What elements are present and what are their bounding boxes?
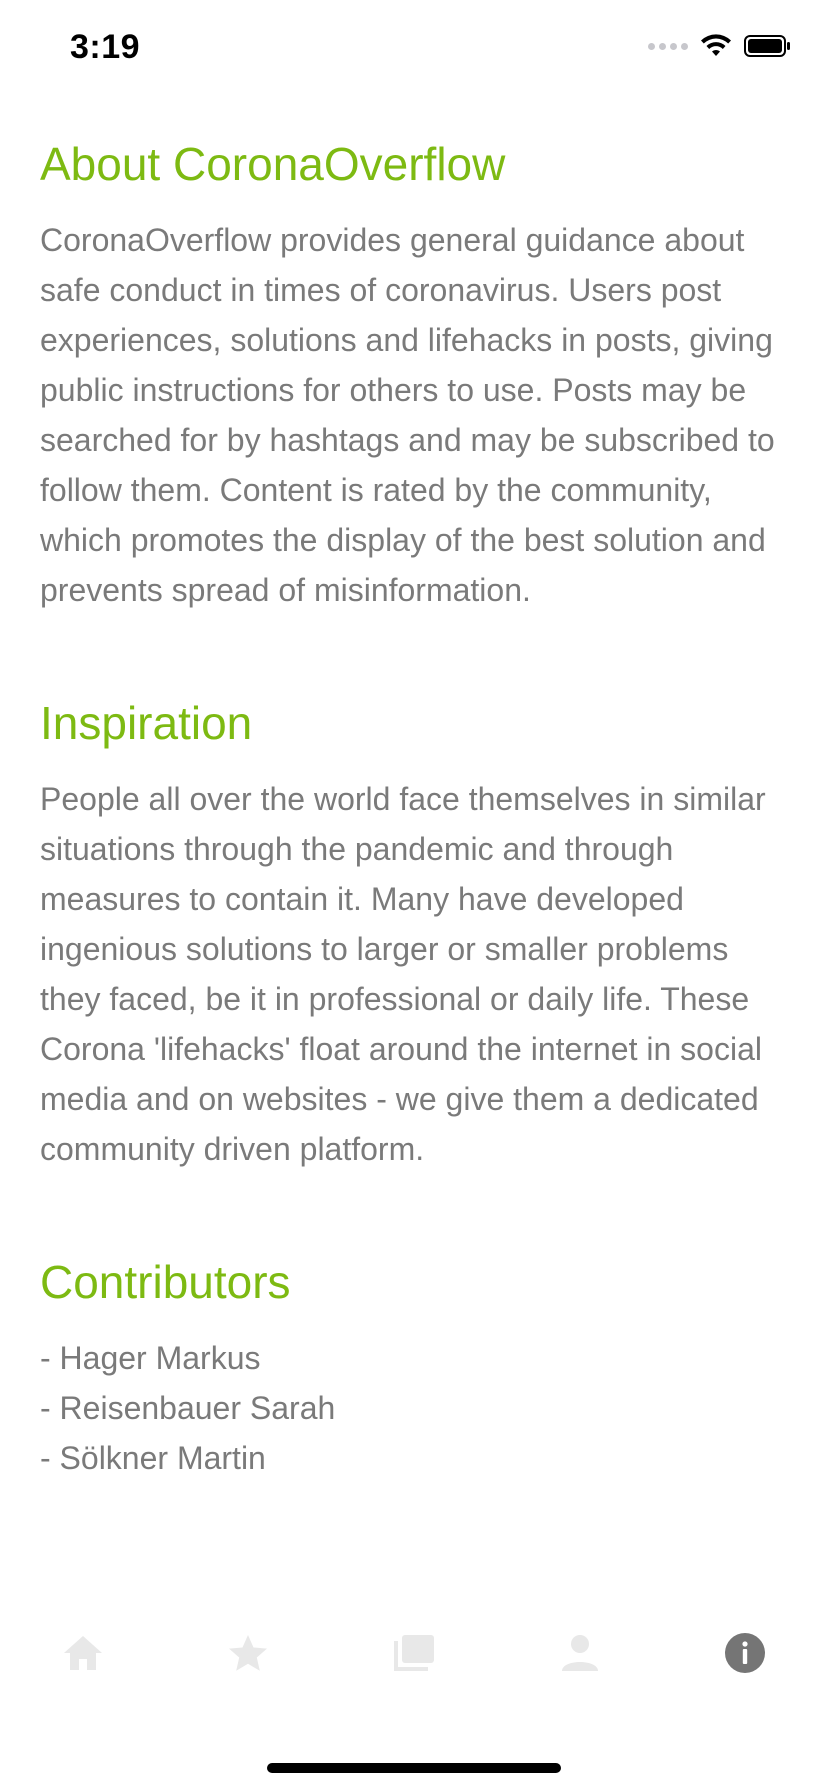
inspiration-title: Inspiration — [40, 696, 253, 749]
inspiration-text: People all over the world face themselve… — [40, 780, 766, 1167]
about-title: About CoronaOverflow — [40, 138, 506, 190]
tab-favorites[interactable] — [208, 1613, 288, 1693]
contributor-item: - Sölkner Martin — [40, 1439, 266, 1476]
status-time: 3:19 — [70, 28, 141, 66]
contributors-title: Contributors — [40, 1255, 291, 1308]
star-icon — [229, 1635, 268, 1671]
cellular-signal-icon — [648, 42, 688, 50]
about-text: CoronaOverflow provides general guidance… — [40, 221, 775, 608]
person-icon — [561, 1635, 598, 1671]
tab-profile[interactable] — [540, 1613, 620, 1693]
home-icon — [63, 1636, 102, 1670]
about-section: About CoronaOverflow CoronaOverflow prov… — [40, 138, 792, 615]
info-icon — [725, 1633, 766, 1673]
posts-icon — [393, 1635, 434, 1671]
contributors-list: - Hager Markus - Reisenbauer Sarah - Söl… — [40, 1333, 792, 1483]
tab-home[interactable] — [43, 1613, 123, 1693]
contributors-section: Contributors - Hager Markus - Reisenbaue… — [40, 1256, 792, 1483]
tab-posts[interactable] — [374, 1613, 454, 1693]
tab-info[interactable] — [705, 1613, 785, 1693]
battery-icon — [744, 35, 790, 57]
contributor-item: - Hager Markus — [40, 1339, 261, 1376]
status-icons — [648, 34, 792, 58]
tab-bar — [0, 1610, 828, 1696]
status-bar: 3:19 — [0, 0, 828, 100]
home-indicator[interactable] — [267, 1763, 561, 1773]
about-content: About CoronaOverflow CoronaOverflow prov… — [40, 138, 792, 1565]
inspiration-section: Inspiration People all over the world fa… — [40, 697, 792, 1174]
contributor-item: - Reisenbauer Sarah — [40, 1389, 336, 1426]
wifi-icon — [701, 34, 731, 56]
